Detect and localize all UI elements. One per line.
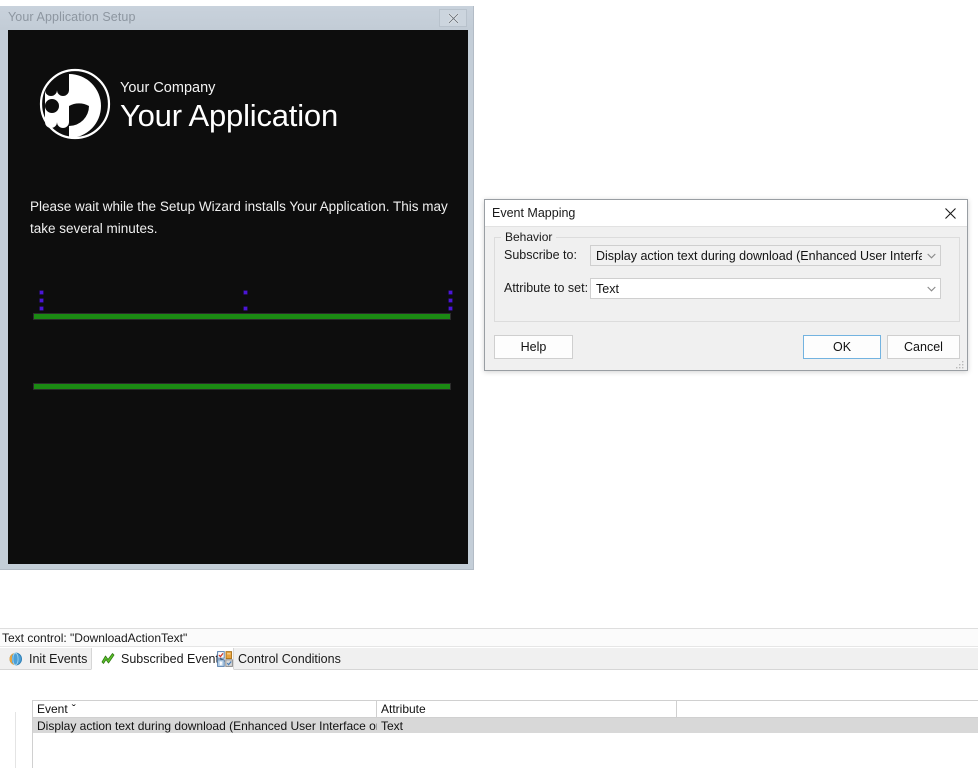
resize-grip-icon[interactable] xyxy=(954,359,965,370)
tab-init-events-label: Init Events xyxy=(29,652,88,666)
install-wait-message: Please wait while the Setup Wizard insta… xyxy=(30,199,448,236)
cell-event: Display action text during download (Enh… xyxy=(37,718,377,733)
setup-window-body: Your Company Your Application Please wai… xyxy=(8,30,468,564)
blue-sphere-icon xyxy=(9,652,23,666)
attribute-to-set-value: Text xyxy=(596,281,619,296)
setup-window-title: Your Application Setup xyxy=(8,10,136,24)
dialog-title: Event Mapping xyxy=(492,206,576,220)
cancel-button[interactable]: Cancel xyxy=(887,335,960,359)
selection-handle-bl[interactable] xyxy=(40,307,43,310)
selection-handle-tc[interactable] xyxy=(244,291,247,294)
selection-handle-tl[interactable] xyxy=(40,291,43,294)
subscribe-to-value: Display action text during download (Enh… xyxy=(596,248,922,263)
help-button[interactable]: Help xyxy=(494,335,573,359)
grid-header-row: Event ˇ Attribute xyxy=(33,701,978,718)
action-progress-bar[interactable] xyxy=(33,313,451,320)
tab-control-conditions[interactable]: Control Conditions xyxy=(209,648,349,670)
brand-company-name: Your Company xyxy=(120,80,216,96)
cell-attribute: Text xyxy=(381,718,404,733)
column-header-event-label: Event xyxy=(37,702,68,716)
panel-left-rail xyxy=(0,712,16,768)
setup-preview-window: Your Application Setup Your Company Your… xyxy=(0,6,474,570)
selected-control-caption: Text control: "DownloadActionText" xyxy=(2,631,188,645)
dialog-close-button[interactable] xyxy=(937,203,963,224)
setup-banner: Your Company Your Application xyxy=(8,30,468,148)
control-caption-bar: Text control: "DownloadActionText" xyxy=(0,628,978,647)
subscribe-to-label: Subscribe to: xyxy=(504,248,577,262)
action-progress-fill xyxy=(34,314,450,319)
tab-init-events[interactable]: Init Events xyxy=(0,648,95,670)
column-header-event[interactable]: Event ˇ xyxy=(33,701,377,717)
selection-handle-tr[interactable] xyxy=(449,291,452,294)
close-x-icon xyxy=(447,12,459,24)
ok-button[interactable]: OK xyxy=(803,335,881,359)
selection-handle-ml[interactable] xyxy=(40,299,43,302)
column-header-attribute-label: Attribute xyxy=(381,702,426,716)
advanced-installer-puzzle-logo xyxy=(39,68,111,140)
subscribed-events-grid: Event ˇ Attribute Display action text du… xyxy=(32,700,978,768)
chevron-down-icon xyxy=(922,279,940,298)
column-header-attribute[interactable]: Attribute xyxy=(377,701,677,717)
tab-control-conditions-label: Control Conditions xyxy=(238,652,341,666)
event-mapping-dialog: Event Mapping Behavior Subscribe to: Dis… xyxy=(484,199,968,371)
dialog-body: Behavior Subscribe to: Display action te… xyxy=(485,227,967,372)
brand-application-name: Your Application xyxy=(120,98,338,133)
close-x-icon xyxy=(944,208,956,219)
table-row[interactable]: Display action text during download (Enh… xyxy=(33,718,978,733)
selection-handle-mr[interactable] xyxy=(449,299,452,302)
overall-progress-bar[interactable] xyxy=(33,383,451,390)
setup-close-button[interactable] xyxy=(439,9,467,27)
chevron-down-icon xyxy=(922,246,940,265)
attribute-to-set-label: Attribute to set: xyxy=(504,281,589,295)
attribute-to-set-select[interactable]: Text xyxy=(590,278,941,299)
green-lightning-icon xyxy=(101,652,115,664)
checkbox-grid-icon xyxy=(217,651,233,667)
setup-window-titlebar[interactable]: Your Application Setup xyxy=(0,6,473,30)
sort-indicator-icon: ˇ xyxy=(71,702,76,716)
app-root: Your Application Setup Your Company Your… xyxy=(0,0,978,768)
subscribed-events-tab-content: Event ˇ Attribute Display action text du… xyxy=(0,670,978,768)
behavior-groupbox-legend: Behavior xyxy=(501,230,557,244)
selection-handle-bc[interactable] xyxy=(244,307,247,310)
control-editor-panel: Text control: "DownloadActionText" Init … xyxy=(0,628,978,768)
subscribe-to-select[interactable]: Display action text during download (Enh… xyxy=(590,245,941,266)
editor-tabstrip: Init Events Subscribed Events Control Co… xyxy=(0,648,978,670)
overall-progress-fill xyxy=(34,384,450,389)
selection-handle-br[interactable] xyxy=(449,307,452,310)
dialog-titlebar[interactable]: Event Mapping xyxy=(485,200,967,227)
